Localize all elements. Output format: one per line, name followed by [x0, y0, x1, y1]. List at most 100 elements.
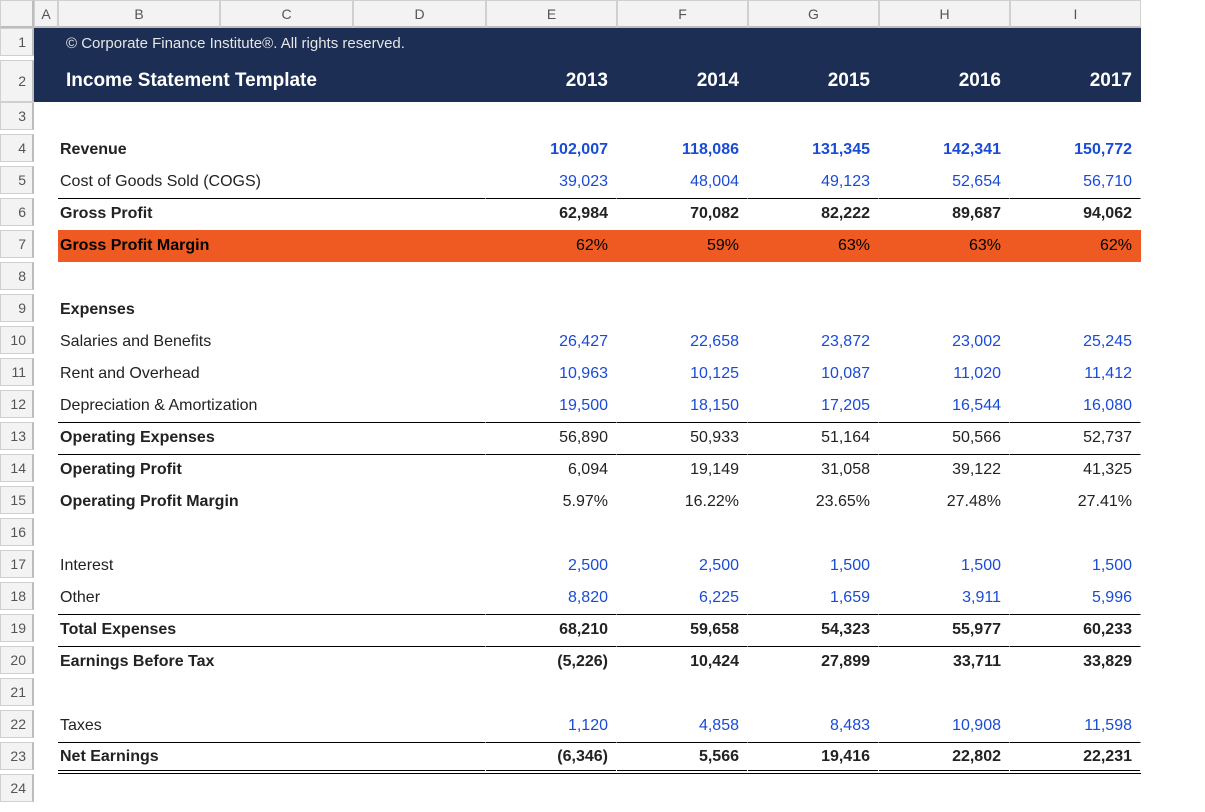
select-all-corner[interactable] — [0, 0, 34, 28]
row-header-8[interactable]: 8 — [0, 262, 34, 290]
opm-2017[interactable]: 27.41% — [1010, 486, 1141, 518]
row-header-2[interactable]: 2 — [0, 60, 34, 102]
depamort-2016[interactable]: 16,544 — [879, 390, 1010, 422]
opm-2015[interactable]: 23.65% — [748, 486, 879, 518]
row-header-17[interactable]: 17 — [0, 550, 34, 578]
label-gross-profit[interactable]: Gross Profit — [58, 198, 486, 230]
interest-2014[interactable]: 2,500 — [617, 550, 748, 582]
col-header-B[interactable]: B — [58, 0, 220, 28]
row-header-21[interactable]: 21 — [0, 678, 34, 706]
opex-2013[interactable]: 56,890 — [486, 422, 617, 454]
revenue-2014[interactable]: 118,086 — [617, 134, 748, 166]
other-2014[interactable]: 6,225 — [617, 582, 748, 614]
ebt-2014[interactable]: 10,424 — [617, 646, 748, 678]
cell[interactable] — [34, 614, 58, 646]
gpm-2013[interactable]: 62% — [486, 230, 617, 262]
rent-2016[interactable]: 11,020 — [879, 358, 1010, 390]
ebt-2016[interactable]: 33,711 — [879, 646, 1010, 678]
row-header-12[interactable]: 12 — [0, 390, 34, 418]
row-header-9[interactable]: 9 — [0, 294, 34, 322]
col-header-I[interactable]: I — [1010, 0, 1141, 28]
interest-2016[interactable]: 1,500 — [879, 550, 1010, 582]
taxes-2017[interactable]: 11,598 — [1010, 710, 1141, 742]
cell[interactable] — [34, 326, 58, 358]
taxes-2013[interactable]: 1,120 — [486, 710, 617, 742]
net-2014[interactable]: 5,566 — [617, 742, 748, 774]
col-header-G[interactable]: G — [748, 0, 879, 28]
gross-profit-2017[interactable]: 94,062 — [1010, 198, 1141, 230]
cogs-2013[interactable]: 39,023 — [486, 166, 617, 198]
label-salaries[interactable]: Salaries and Benefits — [58, 326, 486, 358]
label-taxes[interactable]: Taxes — [58, 710, 486, 742]
row-header-10[interactable]: 10 — [0, 326, 34, 354]
cell[interactable] — [34, 710, 58, 742]
opprofit-2017[interactable]: 41,325 — [1010, 454, 1141, 486]
cogs-2014[interactable]: 48,004 — [617, 166, 748, 198]
ebt-2017[interactable]: 33,829 — [1010, 646, 1141, 678]
revenue-2013[interactable]: 102,007 — [486, 134, 617, 166]
col-header-A[interactable]: A — [34, 0, 58, 28]
opprofit-2016[interactable]: 39,122 — [879, 454, 1010, 486]
net-2017[interactable]: 22,231 — [1010, 742, 1141, 774]
row-header-22[interactable]: 22 — [0, 710, 34, 738]
cell[interactable] — [34, 390, 58, 422]
other-2015[interactable]: 1,659 — [748, 582, 879, 614]
row-header-18[interactable]: 18 — [0, 582, 34, 610]
net-2015[interactable]: 19,416 — [748, 742, 879, 774]
row-header-19[interactable]: 19 — [0, 614, 34, 642]
col-header-H[interactable]: H — [879, 0, 1010, 28]
cell[interactable] — [34, 454, 58, 486]
cell[interactable] — [34, 422, 58, 454]
salaries-2015[interactable]: 23,872 — [748, 326, 879, 358]
row-header-14[interactable]: 14 — [0, 454, 34, 482]
rent-2015[interactable]: 10,087 — [748, 358, 879, 390]
row-header-13[interactable]: 13 — [0, 422, 34, 450]
year-2014[interactable]: 2014 — [617, 60, 748, 102]
cell[interactable] — [34, 198, 58, 230]
total-exp-2017[interactable]: 60,233 — [1010, 614, 1141, 646]
gross-profit-2016[interactable]: 89,687 — [879, 198, 1010, 230]
empty-row[interactable] — [34, 102, 1141, 134]
other-2017[interactable]: 5,996 — [1010, 582, 1141, 614]
depamort-2017[interactable]: 16,080 — [1010, 390, 1141, 422]
label-depamort[interactable]: Depreciation & Amortization — [58, 390, 486, 422]
year-2016[interactable]: 2016 — [879, 60, 1010, 102]
gpm-2015[interactable]: 63% — [748, 230, 879, 262]
cell[interactable] — [34, 166, 58, 198]
gpm-2014[interactable]: 59% — [617, 230, 748, 262]
other-2013[interactable]: 8,820 — [486, 582, 617, 614]
opex-2015[interactable]: 51,164 — [748, 422, 879, 454]
ebt-2015[interactable]: 27,899 — [748, 646, 879, 678]
label-revenue[interactable]: Revenue — [58, 134, 486, 166]
gross-profit-2014[interactable]: 70,082 — [617, 198, 748, 230]
depamort-2014[interactable]: 18,150 — [617, 390, 748, 422]
total-exp-2016[interactable]: 55,977 — [879, 614, 1010, 646]
taxes-2014[interactable]: 4,858 — [617, 710, 748, 742]
cogs-2016[interactable]: 52,654 — [879, 166, 1010, 198]
ebt-2013[interactable]: (5,226) — [486, 646, 617, 678]
interest-2013[interactable]: 2,500 — [486, 550, 617, 582]
row-header-20[interactable]: 20 — [0, 646, 34, 674]
net-2016[interactable]: 22,802 — [879, 742, 1010, 774]
salaries-2017[interactable]: 25,245 — [1010, 326, 1141, 358]
year-2015[interactable]: 2015 — [748, 60, 879, 102]
label-net[interactable]: Net Earnings — [58, 742, 486, 774]
cogs-2015[interactable]: 49,123 — [748, 166, 879, 198]
cell[interactable] — [34, 550, 58, 582]
col-header-C[interactable]: C — [220, 0, 353, 28]
opex-2017[interactable]: 52,737 — [1010, 422, 1141, 454]
label-expenses-header[interactable]: Expenses — [58, 294, 1141, 326]
copyright-text[interactable]: © Corporate Finance Institute®. All righ… — [58, 28, 1141, 60]
label-opprofit[interactable]: Operating Profit — [58, 454, 486, 486]
net-2013[interactable]: (6,346) — [486, 742, 617, 774]
depamort-2013[interactable]: 19,500 — [486, 390, 617, 422]
cell[interactable] — [34, 646, 58, 678]
rent-2013[interactable]: 10,963 — [486, 358, 617, 390]
cell[interactable] — [34, 28, 58, 60]
label-other[interactable]: Other — [58, 582, 486, 614]
revenue-2015[interactable]: 131,345 — [748, 134, 879, 166]
rent-2014[interactable]: 10,125 — [617, 358, 748, 390]
row-header-4[interactable]: 4 — [0, 134, 34, 162]
label-ebt[interactable]: Earnings Before Tax — [58, 646, 486, 678]
interest-2015[interactable]: 1,500 — [748, 550, 879, 582]
